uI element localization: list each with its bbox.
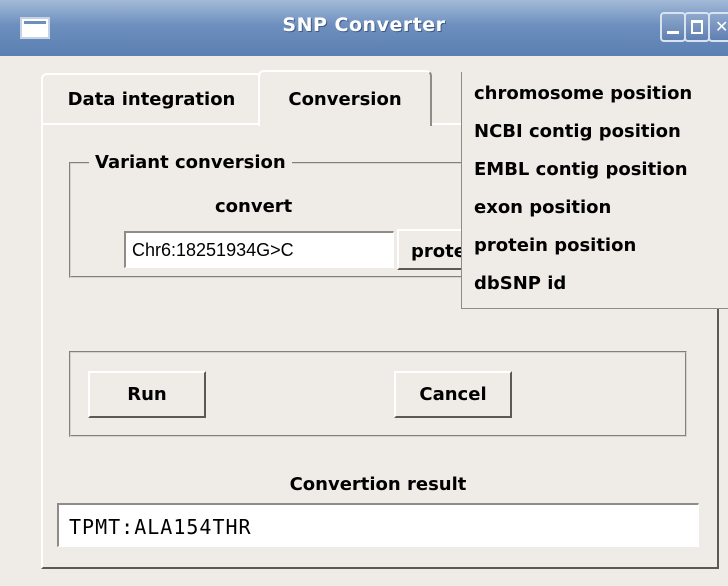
- tab-conversion[interactable]: Conversion: [258, 70, 432, 126]
- target-format-dropdown: chromosome position NCBI contig position…: [461, 72, 728, 309]
- convert-label: convert: [215, 196, 293, 217]
- conversion-result-label: Convertion result: [289, 474, 467, 495]
- dropdown-option-ncbi-contig-position[interactable]: NCBI contig position: [474, 121, 681, 142]
- cancel-button[interactable]: Cancel: [394, 371, 512, 418]
- maximize-icon[interactable]: [684, 12, 710, 42]
- target-format-selected: prote: [411, 241, 463, 262]
- tab-data-integration[interactable]: Data integration: [41, 73, 262, 123]
- title-bar[interactable]: SNP Converter: [0, 0, 728, 56]
- variant-input[interactable]: Chr6:18251934G>C: [124, 231, 394, 268]
- variant-conversion-legend: Variant conversion: [89, 152, 292, 173]
- variant-input-value: Chr6:18251934G>C: [132, 240, 294, 260]
- conversion-result-value: TPMT:ALA154THR: [69, 515, 252, 539]
- target-format-combo[interactable]: prote: [397, 229, 463, 270]
- dropdown-option-exon-position[interactable]: exon position: [474, 197, 611, 218]
- close-icon[interactable]: [708, 12, 728, 42]
- tab-conversion-label: Conversion: [288, 89, 402, 110]
- window-title: SNP Converter: [282, 14, 446, 36]
- snp-converter-window: SNP Converter Data integration Conversio…: [0, 0, 728, 586]
- dropdown-option-protein-position[interactable]: protein position: [474, 235, 636, 256]
- run-button[interactable]: Run: [88, 371, 206, 418]
- conversion-result-field[interactable]: TPMT:ALA154THR: [57, 503, 699, 547]
- dropdown-option-embl-contig-position[interactable]: EMBL contig position: [474, 159, 688, 180]
- dropdown-option-dbsnp-id[interactable]: dbSNP id: [474, 273, 566, 294]
- tab-data-integration-label: Data integration: [67, 89, 236, 110]
- minimize-icon[interactable]: [660, 12, 686, 42]
- dropdown-option-chromosome-position[interactable]: chromosome position: [474, 83, 692, 104]
